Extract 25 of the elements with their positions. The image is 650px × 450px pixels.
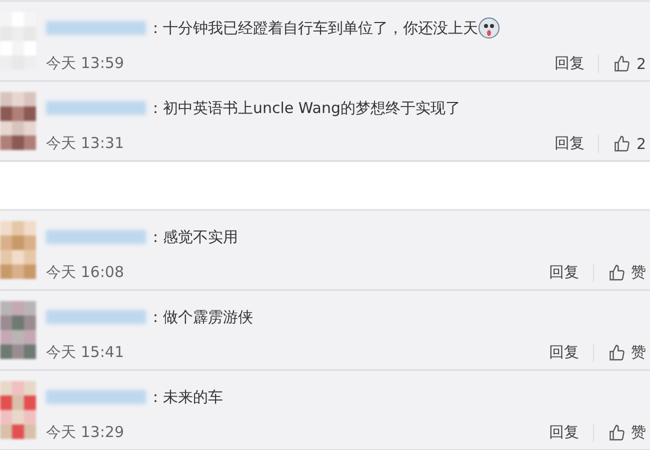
comment-text: ：十分钟我已经蹬着自行车到单位了，你还没上天	[148, 18, 478, 38]
reply-button[interactable]: 回复	[549, 423, 579, 442]
comment-text: ：做个霹雳游侠	[148, 308, 253, 326]
comment-time: 今天 16:08	[46, 263, 124, 282]
thumbs-up-icon	[613, 54, 632, 72]
thumbs-up-icon	[613, 134, 632, 152]
comment-text: ：感觉不实用	[148, 228, 238, 246]
comment-time: 今天 15:41	[46, 343, 124, 362]
reply-button[interactable]: 回复	[554, 54, 584, 73]
reply-button[interactable]: 回复	[554, 134, 584, 153]
like-button[interactable]: 2	[613, 54, 646, 72]
thumbs-up-icon	[608, 424, 626, 442]
like-button[interactable]: 赞	[608, 423, 646, 442]
comment-text: ：初中英语书上uncle Wang的梦想终于实现了	[148, 98, 461, 118]
like-button[interactable]: 2	[613, 134, 646, 152]
like-button[interactable]: 赞	[608, 343, 646, 362]
comment-time: 今天 13:31	[46, 134, 124, 153]
like-button[interactable]: 赞	[608, 263, 646, 282]
comment-time: 今天 13:29	[46, 423, 124, 442]
comment-time: 今天 13:59	[46, 54, 124, 73]
thumbs-up-icon	[608, 344, 626, 362]
reply-button[interactable]: 回复	[549, 343, 579, 362]
comment-text: ：未来的车	[148, 388, 223, 406]
thumbs-up-icon	[608, 264, 626, 282]
reply-button[interactable]: 回复	[549, 263, 579, 282]
